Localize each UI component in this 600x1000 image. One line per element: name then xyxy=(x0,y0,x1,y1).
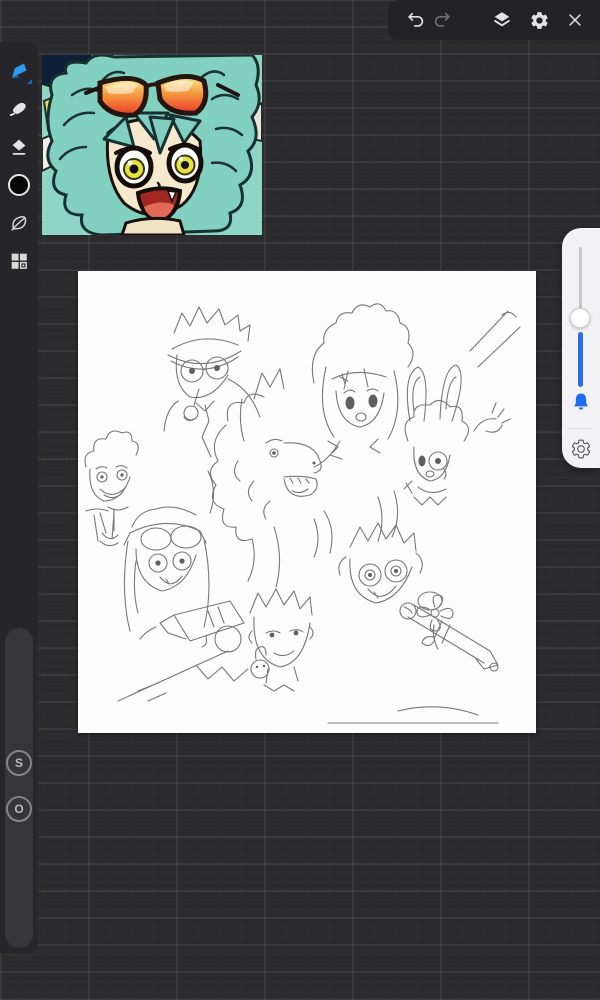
bell-icon xyxy=(574,393,588,410)
top-toolbar xyxy=(388,0,600,40)
close-icon xyxy=(569,14,581,26)
settings-button[interactable] xyxy=(526,7,552,33)
gallery-grid-button[interactable] xyxy=(0,242,38,280)
reference-image[interactable] xyxy=(42,55,262,235)
redo-icon xyxy=(434,12,450,27)
system-side-panel xyxy=(562,228,600,468)
drawing-canvas[interactable] xyxy=(78,271,536,733)
slider-track-upper[interactable] xyxy=(579,247,582,309)
opacity-slider-handle[interactable]: O xyxy=(6,796,32,822)
left-tool-dock: S O xyxy=(0,42,38,953)
canvas-artwork xyxy=(84,303,521,724)
layers-button[interactable] xyxy=(489,7,515,33)
slider-thumb[interactable] xyxy=(570,308,590,328)
smudge-tool-button[interactable] xyxy=(0,90,38,128)
tool-column xyxy=(0,52,38,280)
leaf-icon xyxy=(11,216,27,231)
close-button[interactable] xyxy=(562,7,588,33)
layers-icon xyxy=(494,12,510,27)
size-slider-handle[interactable]: S xyxy=(6,750,32,776)
brush-tool-button[interactable] xyxy=(0,52,38,90)
leaf-effects-tool-button[interactable] xyxy=(0,204,38,242)
bell-button[interactable] xyxy=(569,390,593,414)
grid-icon xyxy=(11,253,27,269)
current-color-swatch xyxy=(8,174,30,196)
undo-icon xyxy=(408,12,424,27)
brush-submenu-indicator xyxy=(27,79,32,84)
gear-outline-icon xyxy=(571,439,591,459)
size-slider-label: S xyxy=(14,756,23,770)
undo-button[interactable] xyxy=(403,7,429,33)
slider-track-filled[interactable] xyxy=(578,332,583,387)
reference-image-art xyxy=(42,55,262,235)
eraser-icon xyxy=(12,139,26,155)
gear-icon xyxy=(530,11,548,29)
panel-divider xyxy=(569,428,593,429)
panel-settings-button[interactable] xyxy=(570,438,592,460)
edge-slider-pill[interactable]: S O xyxy=(5,628,33,948)
smudge-icon xyxy=(9,102,26,116)
redo-button[interactable] xyxy=(429,7,455,33)
eraser-tool-button[interactable] xyxy=(0,128,38,166)
color-swatch-button[interactable] xyxy=(0,166,38,204)
opacity-slider-label: O xyxy=(14,802,24,816)
app-workspace: S O xyxy=(0,0,600,1000)
